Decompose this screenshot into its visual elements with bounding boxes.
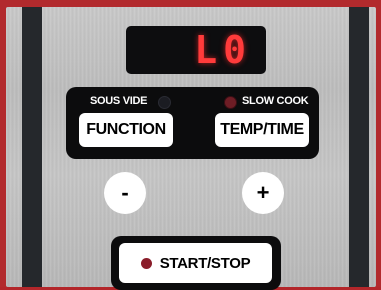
slow-cook-indicator-light (224, 96, 237, 109)
sous-vide-indicator-light (158, 96, 171, 109)
temp-time-button-label: TEMP/TIME (220, 121, 304, 138)
temp-time-button[interactable]: TEMP/TIME (215, 113, 309, 147)
minus-icon: - (121, 180, 129, 205)
display-readout: L0 (194, 28, 252, 72)
start-stop-button[interactable]: START/STOP (119, 243, 272, 283)
plus-icon: + (256, 180, 270, 205)
slow-cook-label: SLOW COOK (242, 95, 309, 107)
right-rail (349, 7, 369, 287)
increase-button[interactable]: + (242, 172, 284, 214)
decrease-button[interactable]: - (104, 172, 146, 214)
sous-vide-label: SOUS VIDE (90, 95, 148, 107)
function-button-label: FUNCTION (86, 121, 166, 138)
function-button[interactable]: FUNCTION (79, 113, 173, 147)
digital-display: L0 (126, 26, 266, 74)
start-indicator-light (140, 257, 152, 269)
left-rail (22, 7, 42, 287)
start-stop-label: START/STOP (159, 254, 251, 272)
